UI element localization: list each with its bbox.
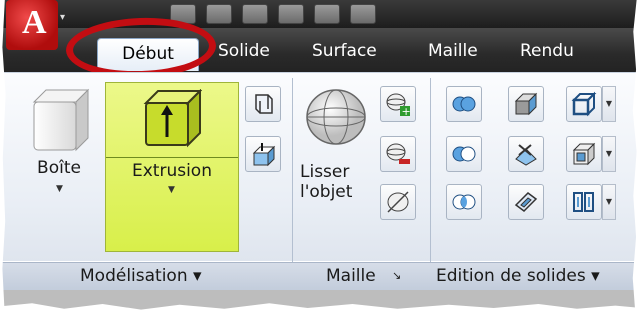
tab-rendu[interactable]: Rendu: [520, 38, 574, 64]
intersect-icon: [452, 194, 476, 210]
box-icon: [32, 88, 90, 152]
panel-launcher-icon[interactable]: ↘: [392, 265, 401, 287]
panel-modelisation[interactable]: Modélisation ▾: [80, 265, 202, 287]
presspull-icon: [252, 143, 276, 167]
shell-button[interactable]: [508, 184, 544, 220]
redo-icon[interactable]: [350, 4, 376, 24]
save-icon[interactable]: [242, 4, 268, 24]
extrusion-dropdown-icon[interactable]: ▼: [168, 185, 175, 195]
union-icon: [452, 96, 476, 112]
lisser-label-line1: Lisser: [300, 162, 350, 182]
panel-separator: [430, 78, 431, 290]
plot-icon[interactable]: [278, 4, 304, 24]
polysolid-icon: [255, 94, 273, 114]
app-menu-chevron-icon[interactable]: ▾: [60, 12, 65, 23]
undo-icon[interactable]: [314, 4, 340, 24]
tab-surface[interactable]: Surface: [312, 38, 377, 64]
mesh-add-icon: +: [386, 93, 411, 117]
shell-icon: [514, 192, 538, 212]
extract-edges-icon: [514, 92, 538, 116]
extrude-icon: [143, 89, 202, 148]
quick-access-toolbar: [0, 0, 641, 28]
imprint-icon: [572, 142, 596, 166]
boite-dropdown-icon[interactable]: ▼: [56, 184, 63, 194]
logo-letter: A: [22, 4, 47, 41]
svg-text:+: +: [402, 105, 411, 117]
application-menu-button[interactable]: A: [6, 0, 58, 50]
slice-button[interactable]: [566, 86, 602, 122]
mesh-refine-button[interactable]: [380, 184, 416, 220]
imprint-button[interactable]: [566, 136, 602, 172]
smooth-object-button[interactable]: Lisser l'objet: [300, 82, 374, 202]
extrusion-button[interactable]: Extrusion ▼: [105, 82, 239, 252]
offset-edge-icon: [573, 192, 594, 212]
boite-button[interactable]: Boîte ▼: [20, 82, 100, 242]
open-icon[interactable]: [206, 4, 232, 24]
mesh-sphere-icon: [306, 89, 366, 145]
presspull-button[interactable]: [245, 136, 281, 172]
lisser-label-line2: l'objet: [300, 182, 353, 202]
subtract-button[interactable]: [446, 136, 482, 172]
intersect-button[interactable]: [446, 184, 482, 220]
split-divider: [106, 157, 238, 158]
mesh-remove-button[interactable]: [380, 136, 416, 172]
extrusion-label: Extrusion: [132, 161, 212, 181]
boite-label: Boîte: [37, 158, 81, 178]
offset-dropdown-icon[interactable]: ▼: [602, 184, 616, 220]
mesh-add-button[interactable]: +: [380, 86, 416, 122]
mesh-refine-icon: [387, 191, 409, 213]
separate-icon: [515, 144, 537, 166]
tab-maille[interactable]: Maille: [428, 38, 478, 64]
extract-edges-button[interactable]: [508, 86, 544, 122]
panel-edition-solides[interactable]: Edition de solides ▾: [436, 265, 600, 287]
offset-edge-button[interactable]: [566, 184, 602, 220]
slice-dropdown-icon[interactable]: ▼: [602, 86, 616, 122]
separate-button[interactable]: [508, 136, 544, 172]
union-button[interactable]: [446, 86, 482, 122]
screenshot: Début Solide Surface Maille Rendu A ▾ Bo…: [0, 0, 641, 316]
panel-separator: [292, 78, 293, 290]
panel-maille[interactable]: Maille: [326, 265, 376, 287]
slice-icon: [571, 91, 597, 117]
imprint-dropdown-icon[interactable]: ▼: [602, 136, 616, 172]
tab-solide[interactable]: Solide: [218, 38, 270, 64]
subtract-icon: [452, 146, 476, 162]
mesh-remove-icon: [386, 143, 410, 164]
polysolid-button[interactable]: [245, 86, 281, 122]
